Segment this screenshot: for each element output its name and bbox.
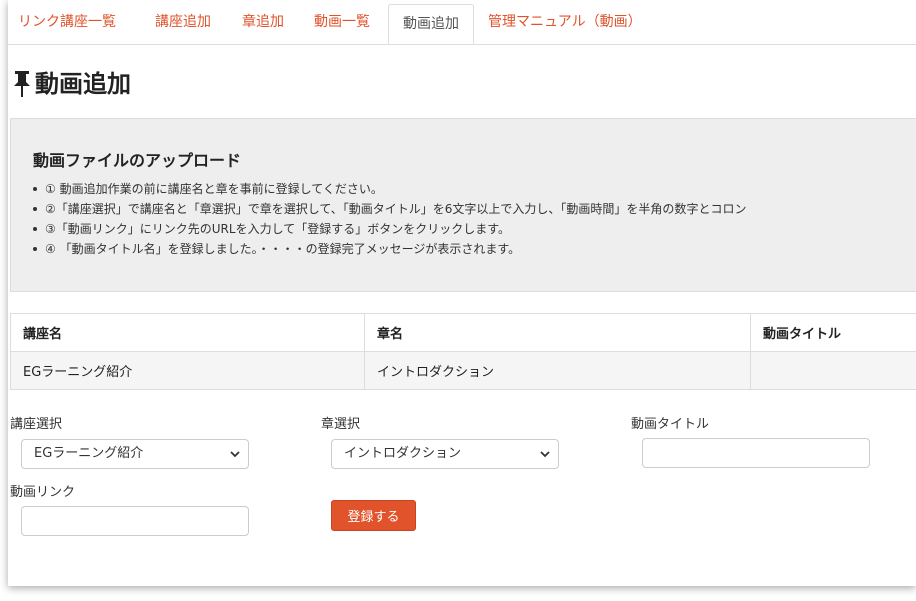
tab-video-list[interactable]: 動画一覧 — [314, 0, 370, 44]
tab-add-video[interactable]: 動画追加 — [388, 4, 474, 44]
selection-table: 講座名 章名 動画タイトル EGラーニング紹介 イントロダクション — [10, 313, 916, 390]
chapter-select[interactable]: イントロダクション — [331, 439, 559, 469]
pushpin-icon — [14, 71, 30, 97]
instruction-step: ③「動画リンク」にリンク先のURLを入力して「登録する」ボタンをクリックします。 — [31, 219, 746, 239]
video-title-label: 動画タイトル — [631, 417, 710, 432]
video-link-input[interactable] — [21, 506, 249, 536]
tab-add-course[interactable]: 講座追加 — [155, 0, 211, 44]
instruction-step: ① 動画追加作業の前に講座名と章を事前に登録してください。 — [31, 179, 746, 199]
course-select[interactable]: EGラーニング紹介 — [21, 439, 249, 469]
browser-content: リンク講座一覧 講座追加 章追加 動画一覧 動画追加 管理マニュアル（動画） 動… — [8, 0, 916, 586]
table-row: EGラーニング紹介 イントロダクション — [10, 351, 916, 390]
video-title-input[interactable] — [642, 438, 870, 468]
instructions-panel: 動画ファイルのアップロード ① 動画追加作業の前に講座名と章を事前に登録してくだ… — [10, 118, 916, 292]
column-header-video-title: 動画タイトル — [750, 313, 916, 352]
chapter-select-value: イントロダクション — [344, 446, 462, 461]
instruction-step: ②「講座選択」で講座名と「章選択」で章を選択して、「動画タイトル」を6文字以上で… — [31, 199, 746, 219]
cell-video-title — [750, 351, 916, 390]
video-link-label: 動画リンク — [10, 485, 76, 500]
course-select-label: 講座選択 — [10, 417, 63, 432]
page-title: 動画追加 — [35, 70, 131, 98]
column-header-course: 講座名 — [10, 313, 365, 352]
course-select-value: EGラーニング紹介 — [34, 446, 144, 461]
table-header-row: 講座名 章名 動画タイトル — [10, 313, 916, 352]
chevron-down-icon — [540, 451, 550, 458]
tab-admin-manual-video[interactable]: 管理マニュアル（動画） — [488, 0, 642, 44]
register-button[interactable]: 登録する — [331, 500, 416, 531]
cell-chapter: イントロダクション — [364, 351, 751, 390]
instruction-step: ④ 「動画タイトル名」を登録しました。・・・・の登録完了メッセージが表示されます… — [31, 239, 746, 259]
cell-course: EGラーニング紹介 — [10, 351, 365, 390]
instructions-heading: 動画ファイルのアップロード — [33, 151, 242, 170]
column-header-chapter: 章名 — [364, 313, 751, 352]
chapter-select-label: 章選択 — [321, 417, 361, 432]
tab-link-course-list[interactable]: リンク講座一覧 — [18, 0, 116, 44]
tab-add-chapter[interactable]: 章追加 — [242, 0, 284, 44]
tab-bar: リンク講座一覧 講座追加 章追加 動画一覧 動画追加 管理マニュアル（動画） — [8, 0, 916, 45]
instructions-list: ① 動画追加作業の前に講座名と章を事前に登録してください。 ②「講座選択」で講座… — [31, 179, 746, 259]
chevron-down-icon — [230, 451, 240, 458]
